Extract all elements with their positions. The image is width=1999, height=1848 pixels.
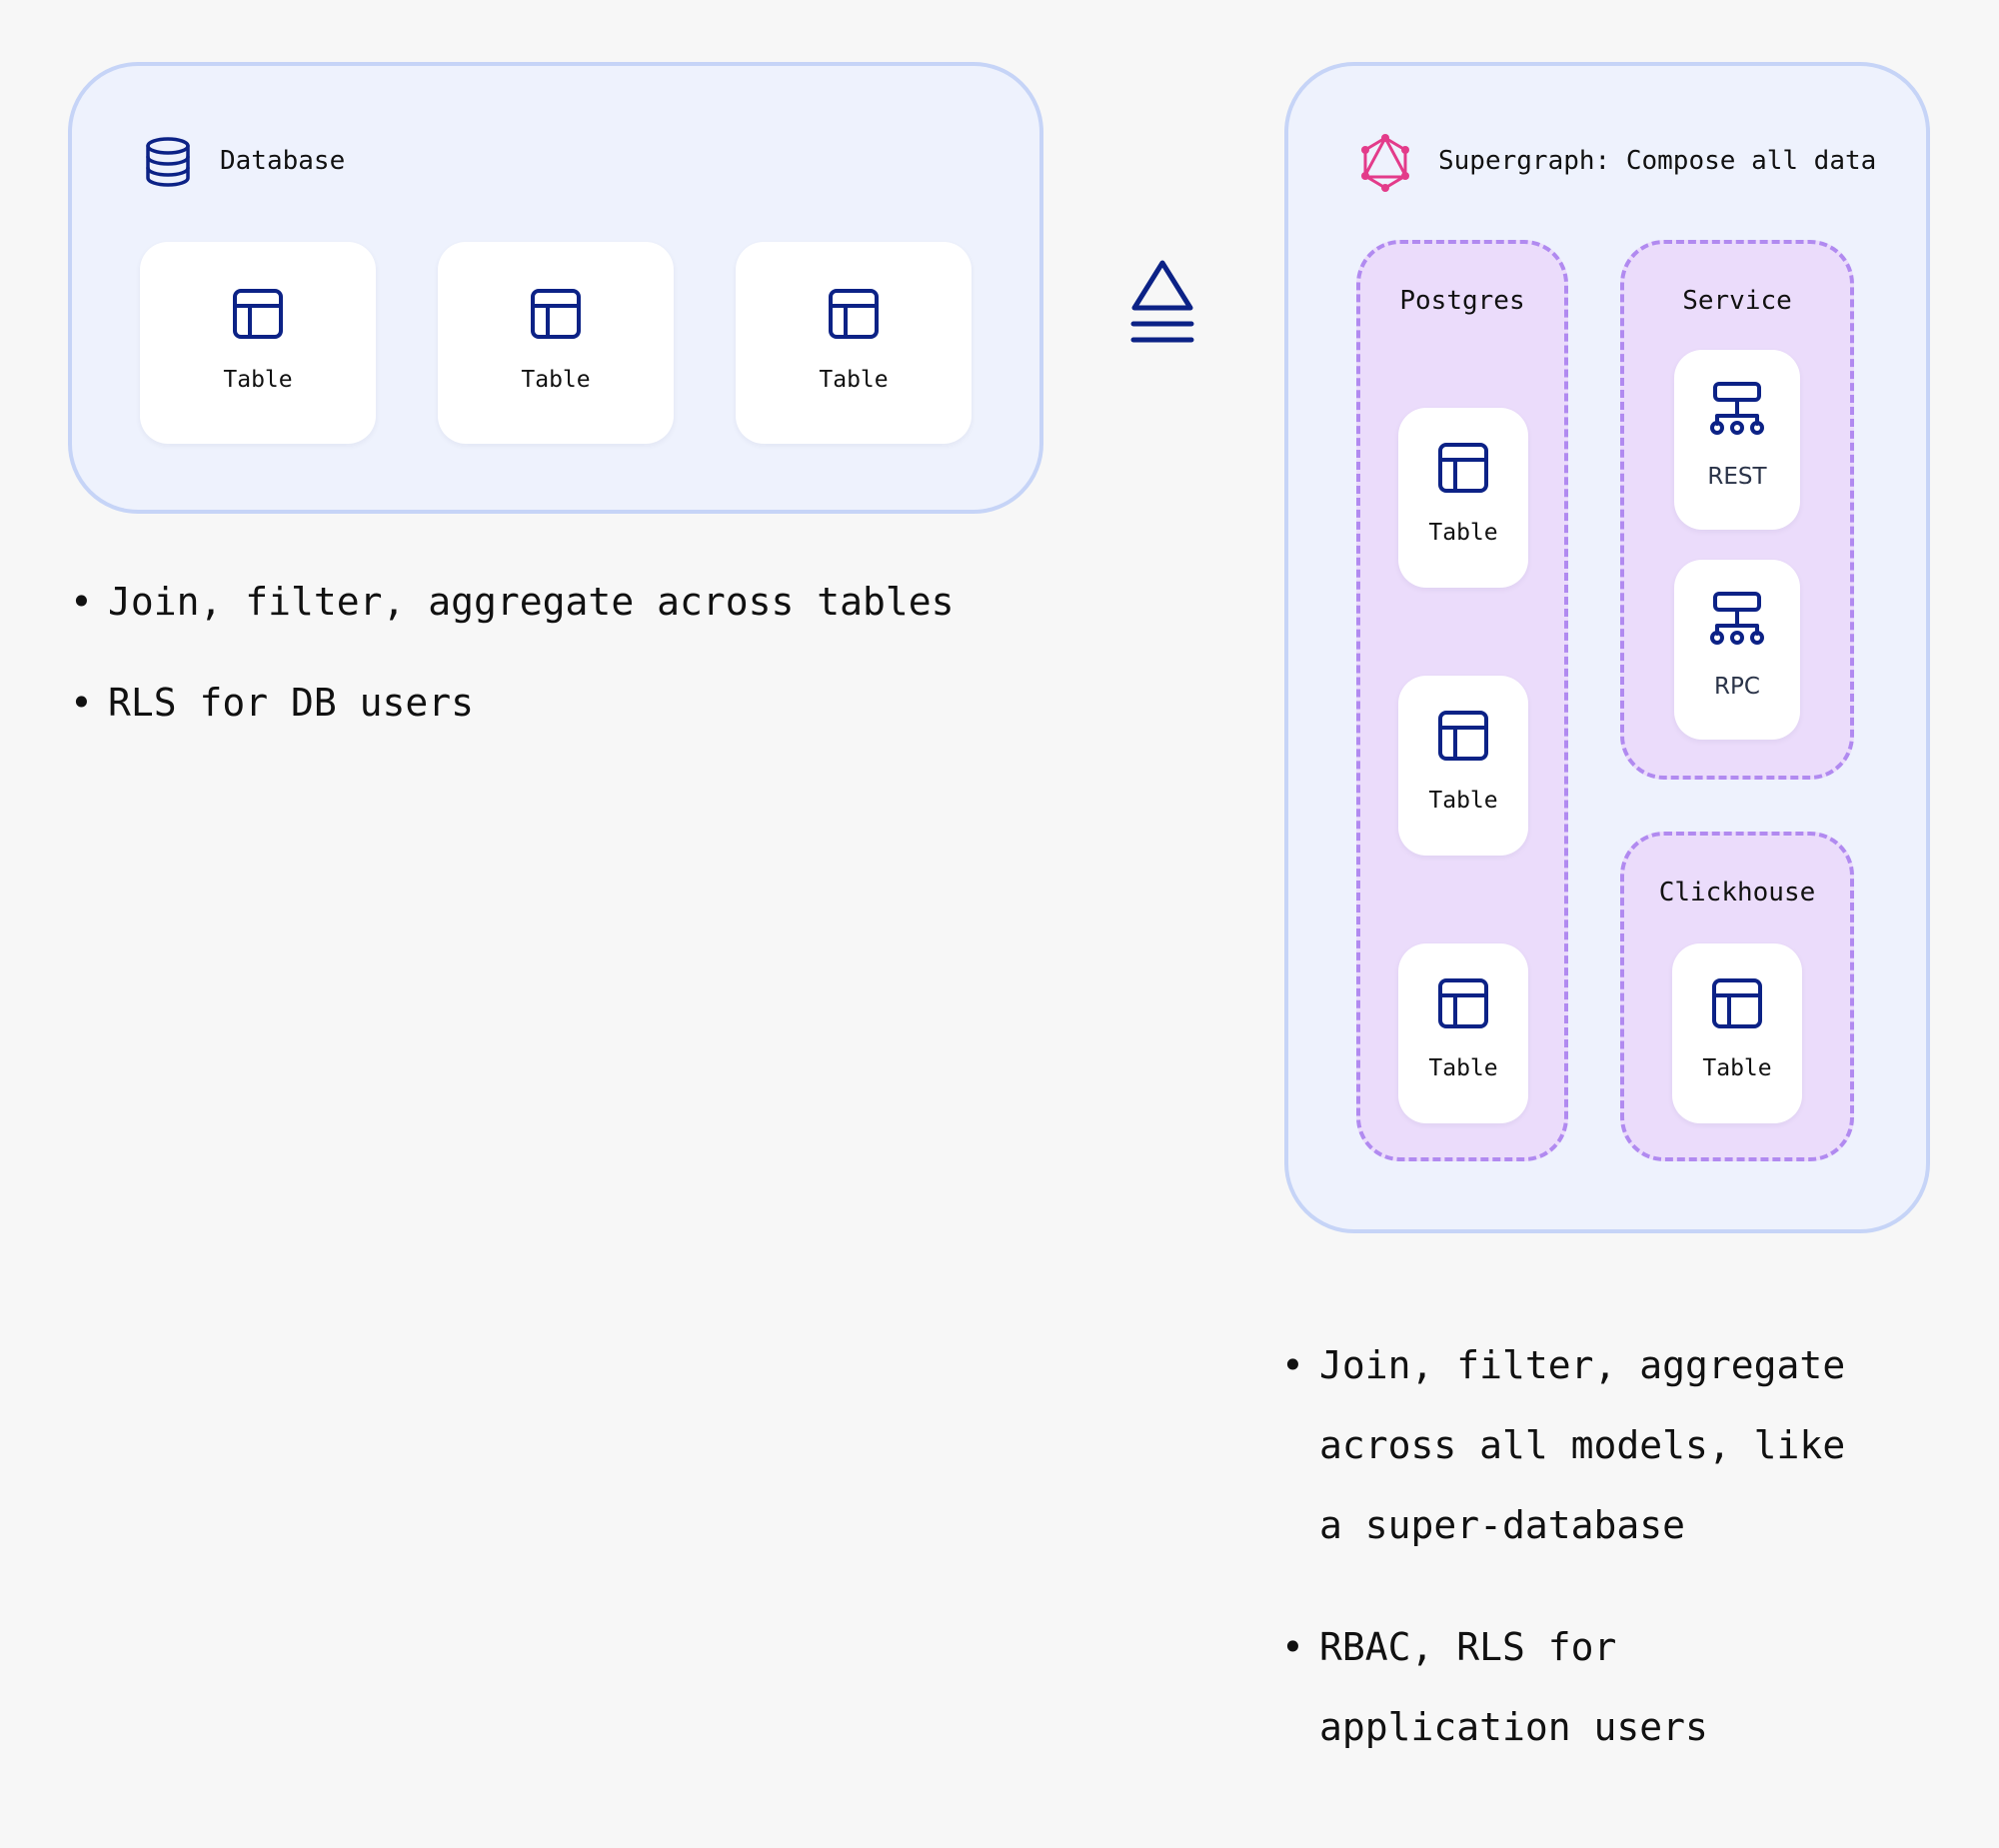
database-title: Database: [220, 146, 346, 176]
table-card[interactable]: Table: [1398, 408, 1528, 588]
table-label: Table: [521, 367, 591, 393]
postgres-title: Postgres: [1399, 286, 1525, 316]
feature-item: RBAC, RLS for application users: [1281, 1607, 1881, 1767]
table-card[interactable]: Table: [1398, 676, 1528, 856]
table-card[interactable]: Table: [438, 242, 674, 444]
table-label: Table: [1702, 1055, 1772, 1081]
table-label: Table: [819, 367, 889, 393]
table-label: Table: [1428, 520, 1498, 546]
clickhouse-title: Clickhouse: [1658, 878, 1816, 908]
feature-item: Join, filter, aggregate across all model…: [1281, 1325, 1881, 1565]
table-label: Table: [1428, 788, 1498, 814]
table-icon: [232, 288, 284, 340]
table-icon: [530, 288, 582, 340]
table-icon: [1437, 977, 1489, 1029]
table-card[interactable]: Table: [1672, 943, 1802, 1123]
feature-item: Join, filter, aggregate across tables: [70, 572, 970, 632]
api-icon: [1709, 380, 1765, 436]
supergraph-title: Supergraph: Compose all data: [1438, 146, 1877, 176]
postgres-group: Postgres Table Table Table: [1356, 240, 1568, 1161]
service-group: Service REST RPC: [1620, 240, 1854, 780]
table-card[interactable]: Table: [736, 242, 972, 444]
supergraph-panel: Supergraph: Compose all data Postgres Ta…: [1284, 62, 1930, 1233]
supergraph-feature-list: Join, filter, aggregate across all model…: [1281, 1325, 1881, 1809]
rpc-label: RPC: [1714, 674, 1760, 700]
rpc-card[interactable]: RPC: [1674, 560, 1800, 740]
table-card[interactable]: Table: [140, 242, 376, 444]
table-icon: [1711, 977, 1763, 1029]
database-icon: [144, 136, 192, 188]
table-label: Table: [1428, 1055, 1498, 1081]
database-panel: Database Table Table Table: [68, 62, 1043, 514]
table-card[interactable]: Table: [1398, 943, 1528, 1123]
rest-label: REST: [1707, 464, 1767, 490]
database-feature-list: Join, filter, aggregate across tables RL…: [70, 572, 970, 774]
table-icon: [1437, 710, 1489, 762]
feature-item: RLS for DB users: [70, 673, 970, 733]
table-label: Table: [223, 367, 293, 393]
table-icon: [828, 288, 880, 340]
rest-card[interactable]: REST: [1674, 350, 1800, 530]
table-icon: [1437, 442, 1489, 494]
graphql-icon: [1358, 134, 1412, 192]
clickhouse-group: Clickhouse Table: [1620, 832, 1854, 1161]
service-title: Service: [1682, 286, 1792, 316]
superset-arrow-icon: [1129, 258, 1195, 346]
api-icon: [1709, 590, 1765, 646]
